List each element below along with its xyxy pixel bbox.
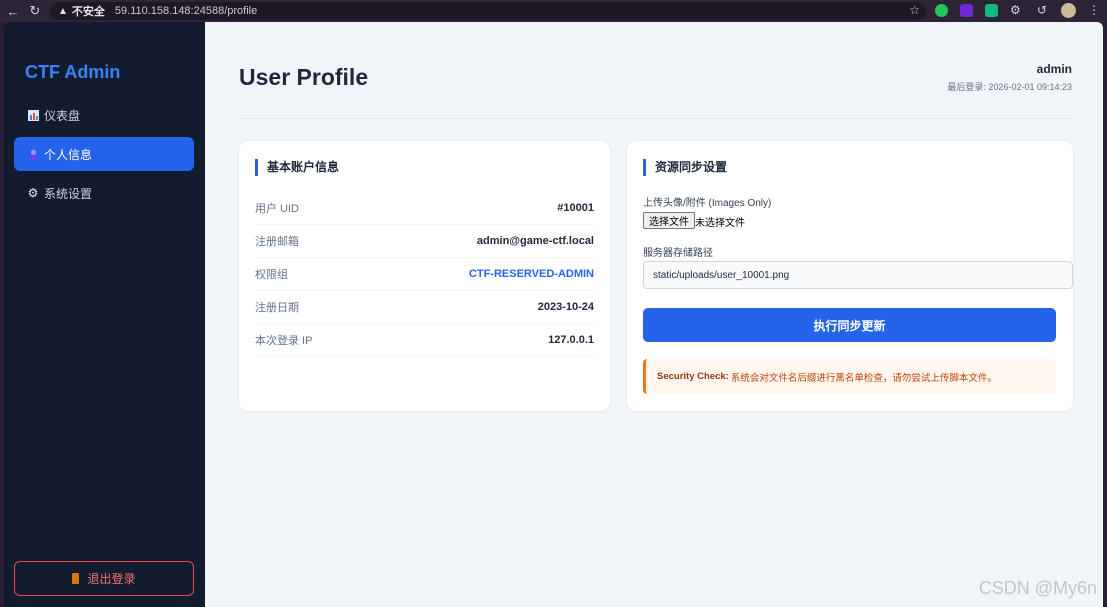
choose-file-button[interactable]: 选择文件 bbox=[643, 212, 695, 229]
extension-icon[interactable] bbox=[935, 4, 948, 17]
security-title: Security Check: bbox=[657, 371, 729, 382]
chart-icon bbox=[27, 109, 39, 121]
extension-badge-icon[interactable] bbox=[960, 4, 973, 17]
sidebar-item-label: 个人信息 bbox=[44, 147, 93, 162]
storage-path-input[interactable] bbox=[643, 261, 1073, 289]
watermark: CSDN @My6n bbox=[978, 578, 1097, 598]
info-label: 本次登录 IP bbox=[255, 335, 313, 347]
info-row-role: 权限组 CTF-RESERVED-ADMIN bbox=[255, 258, 594, 291]
app-window: CTF Admin 仪表盘 个人信息 ⚙ 系统设置 退出登录 User Prof… bbox=[4, 22, 1103, 607]
info-label: 注册邮箱 bbox=[255, 236, 299, 248]
address-bar[interactable]: ▲ 不安全 59.110.158.148:24588/profile ☆ bbox=[50, 2, 926, 20]
sidebar-item-settings[interactable]: ⚙ 系统设置 bbox=[14, 176, 194, 210]
main-content: User Profile admin 最后登录: 2026-02-01 09:1… bbox=[205, 22, 1103, 607]
history-icon[interactable]: ↺ bbox=[1037, 3, 1047, 17]
logout-button[interactable]: 退出登录 bbox=[14, 561, 194, 596]
account-info-card: 基本账户信息 用户 UID #10001 注册邮箱 admin@game-ctf… bbox=[239, 141, 610, 411]
sidebar-item-label: 系统设置 bbox=[44, 186, 93, 201]
info-label: 注册日期 bbox=[255, 302, 299, 314]
browser-toolbar: ← ↻ ▲ 不安全 59.110.158.148:24588/profile ☆… bbox=[0, 0, 1107, 22]
extension-grid-icon[interactable] bbox=[985, 4, 998, 17]
info-value: admin@game-ctf.local bbox=[476, 235, 594, 247]
sync-submit-button[interactable]: 执行同步更新 bbox=[643, 308, 1056, 342]
back-icon[interactable]: ← bbox=[4, 2, 22, 20]
sidebar-item-label: 仪表盘 bbox=[44, 108, 81, 123]
sidebar-item-dashboard[interactable]: 仪表盘 bbox=[14, 98, 194, 132]
sidebar-item-profile[interactable]: 个人信息 bbox=[14, 137, 194, 171]
info-row-login-ip: 本次登录 IP 127.0.0.1 bbox=[255, 324, 594, 357]
path-label: 服务器存储路径 bbox=[643, 248, 713, 259]
card-title: 基本账户信息 bbox=[255, 159, 339, 176]
info-value: 2023-10-24 bbox=[537, 301, 594, 313]
logout-label: 退出登录 bbox=[87, 572, 136, 586]
gear-icon: ⚙ bbox=[27, 186, 39, 200]
file-status: 未选择文件 bbox=[695, 218, 745, 229]
info-label: 用户 UID bbox=[255, 203, 299, 215]
insecure-label: 不安全 bbox=[71, 6, 105, 18]
info-row-register-date: 注册日期 2023-10-24 bbox=[255, 291, 594, 324]
sync-settings-card: 资源同步设置 上传头像/附件 (Images Only) 选择文件 未选择文件 … bbox=[627, 141, 1073, 411]
page-title: User Profile bbox=[239, 64, 369, 90]
role-badge: CTF-RESERVED-ADMIN bbox=[468, 268, 594, 280]
info-label: 权限组 bbox=[255, 269, 288, 281]
brand-title: CTF Admin bbox=[25, 62, 121, 82]
extensions-puzzle-icon[interactable]: ⚙ bbox=[1010, 3, 1021, 17]
header-divider bbox=[239, 118, 1072, 119]
user-icon bbox=[27, 148, 39, 160]
warning-icon: ▲ bbox=[58, 5, 68, 17]
upload-label: 上传头像/附件 (Images Only) bbox=[643, 198, 772, 209]
card-title: 资源同步设置 bbox=[643, 159, 727, 176]
info-row-email: 注册邮箱 admin@game-ctf.local bbox=[255, 225, 594, 258]
info-row-uid: 用户 UID #10001 bbox=[255, 192, 594, 225]
door-icon bbox=[72, 573, 80, 584]
info-value: #10001 bbox=[557, 202, 594, 214]
menu-kebab-icon[interactable]: ⋮ bbox=[1088, 3, 1100, 17]
security-notice: Security Check: 系统会对文件名后缀进行黑名单检查，请勿尝试上传脚… bbox=[643, 359, 1056, 394]
security-text: 系统会对文件名后缀进行黑名单检查，请勿尝试上传脚本文件。 bbox=[730, 372, 997, 384]
reload-icon[interactable]: ↻ bbox=[26, 2, 44, 20]
sidebar: CTF Admin 仪表盘 个人信息 ⚙ 系统设置 退出登录 bbox=[4, 22, 205, 607]
bookmark-star-icon[interactable]: ☆ bbox=[909, 3, 920, 17]
info-value: 127.0.0.1 bbox=[548, 334, 594, 346]
url-text: 59.110.158.148:24588/profile bbox=[114, 5, 258, 17]
profile-avatar[interactable] bbox=[1061, 3, 1076, 18]
current-username: admin bbox=[1036, 62, 1072, 76]
last-login-text: 最后登录: 2026-02-01 09:14:23 bbox=[947, 82, 1072, 92]
